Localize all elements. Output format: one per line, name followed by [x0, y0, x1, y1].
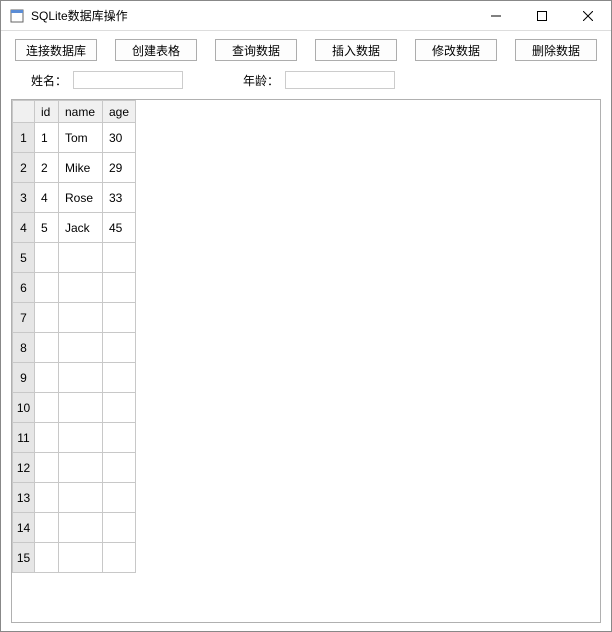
row-header[interactable]: 2 [13, 153, 35, 183]
cell-id[interactable] [35, 423, 59, 453]
cell-id[interactable] [35, 543, 59, 573]
cell-id[interactable] [35, 273, 59, 303]
create-table-button[interactable]: 创建表格 [115, 39, 197, 61]
titlebar: SQLite数据库操作 [1, 1, 611, 31]
cell-id[interactable] [35, 513, 59, 543]
cell-id[interactable] [35, 363, 59, 393]
table-row[interactable]: 11Tom30 [13, 123, 136, 153]
delete-data-button[interactable]: 删除数据 [515, 39, 597, 61]
cell-name[interactable] [59, 333, 103, 363]
row-header[interactable]: 12 [13, 453, 35, 483]
table-row[interactable]: 34Rose33 [13, 183, 136, 213]
name-label: 姓名： [31, 72, 67, 89]
cell-age[interactable]: 30 [103, 123, 136, 153]
cell-id[interactable]: 1 [35, 123, 59, 153]
cell-age[interactable] [103, 423, 136, 453]
toolbar: 连接数据库 创建表格 查询数据 插入数据 修改数据 删除数据 [1, 31, 611, 67]
cell-age[interactable] [103, 363, 136, 393]
table-row[interactable]: 45Jack45 [13, 213, 136, 243]
row-header[interactable]: 9 [13, 363, 35, 393]
cell-id[interactable] [35, 483, 59, 513]
age-input[interactable] [285, 71, 395, 89]
cell-name[interactable] [59, 363, 103, 393]
cell-name[interactable] [59, 423, 103, 453]
form-row: 姓名： 年龄： [1, 67, 611, 99]
data-table[interactable]: id name age 11Tom3022Mike2934Rose3345Jac… [12, 100, 136, 573]
row-header[interactable]: 1 [13, 123, 35, 153]
cell-name[interactable] [59, 543, 103, 573]
cell-age[interactable]: 45 [103, 213, 136, 243]
table-row[interactable]: 10 [13, 393, 136, 423]
name-input[interactable] [73, 71, 183, 89]
cell-name[interactable]: Tom [59, 123, 103, 153]
cell-id[interactable] [35, 333, 59, 363]
maximize-button[interactable] [519, 1, 565, 31]
table-row[interactable]: 14 [13, 513, 136, 543]
row-header[interactable]: 10 [13, 393, 35, 423]
cell-name[interactable] [59, 483, 103, 513]
cell-id[interactable] [35, 453, 59, 483]
cell-id[interactable]: 4 [35, 183, 59, 213]
table-row[interactable]: 9 [13, 363, 136, 393]
cell-age[interactable] [103, 483, 136, 513]
cell-age[interactable] [103, 243, 136, 273]
cell-name[interactable] [59, 243, 103, 273]
cell-id[interactable] [35, 243, 59, 273]
column-header-name[interactable]: name [59, 101, 103, 123]
row-header[interactable]: 7 [13, 303, 35, 333]
row-header[interactable]: 14 [13, 513, 35, 543]
cell-name[interactable]: Mike [59, 153, 103, 183]
row-header[interactable]: 15 [13, 543, 35, 573]
table-row[interactable]: 13 [13, 483, 136, 513]
cell-name[interactable]: Rose [59, 183, 103, 213]
row-header[interactable]: 4 [13, 213, 35, 243]
close-button[interactable] [565, 1, 611, 31]
table-row[interactable]: 12 [13, 453, 136, 483]
minimize-button[interactable] [473, 1, 519, 31]
cell-age[interactable] [103, 393, 136, 423]
cell-id[interactable]: 5 [35, 213, 59, 243]
cell-id[interactable] [35, 303, 59, 333]
cell-name[interactable]: Jack [59, 213, 103, 243]
cell-age[interactable]: 29 [103, 153, 136, 183]
cell-age[interactable] [103, 303, 136, 333]
cell-name[interactable] [59, 303, 103, 333]
row-header[interactable]: 6 [13, 273, 35, 303]
window-title: SQLite数据库操作 [31, 7, 128, 24]
connect-db-button[interactable]: 连接数据库 [15, 39, 97, 61]
cell-age[interactable] [103, 543, 136, 573]
table-row[interactable]: 22Mike29 [13, 153, 136, 183]
app-icon [9, 8, 25, 24]
row-header[interactable]: 3 [13, 183, 35, 213]
insert-data-button[interactable]: 插入数据 [315, 39, 397, 61]
row-header[interactable]: 8 [13, 333, 35, 363]
table-row[interactable]: 11 [13, 423, 136, 453]
table-row[interactable]: 8 [13, 333, 136, 363]
table-corner[interactable] [13, 101, 35, 123]
row-header[interactable]: 11 [13, 423, 35, 453]
cell-id[interactable]: 2 [35, 153, 59, 183]
data-table-container[interactable]: id name age 11Tom3022Mike2934Rose3345Jac… [11, 99, 601, 623]
query-data-button[interactable]: 查询数据 [215, 39, 297, 61]
cell-name[interactable] [59, 453, 103, 483]
table-row[interactable]: 5 [13, 243, 136, 273]
cell-age[interactable]: 33 [103, 183, 136, 213]
table-row[interactable]: 15 [13, 543, 136, 573]
cell-name[interactable] [59, 393, 103, 423]
cell-id[interactable] [35, 393, 59, 423]
column-header-age[interactable]: age [103, 101, 136, 123]
table-row[interactable]: 6 [13, 273, 136, 303]
age-label: 年龄： [243, 72, 279, 89]
cell-age[interactable] [103, 513, 136, 543]
row-header[interactable]: 13 [13, 483, 35, 513]
row-header[interactable]: 5 [13, 243, 35, 273]
cell-name[interactable] [59, 273, 103, 303]
cell-age[interactable] [103, 453, 136, 483]
cell-age[interactable] [103, 273, 136, 303]
cell-age[interactable] [103, 333, 136, 363]
cell-name[interactable] [59, 513, 103, 543]
column-header-id[interactable]: id [35, 101, 59, 123]
update-data-button[interactable]: 修改数据 [415, 39, 497, 61]
table-row[interactable]: 7 [13, 303, 136, 333]
